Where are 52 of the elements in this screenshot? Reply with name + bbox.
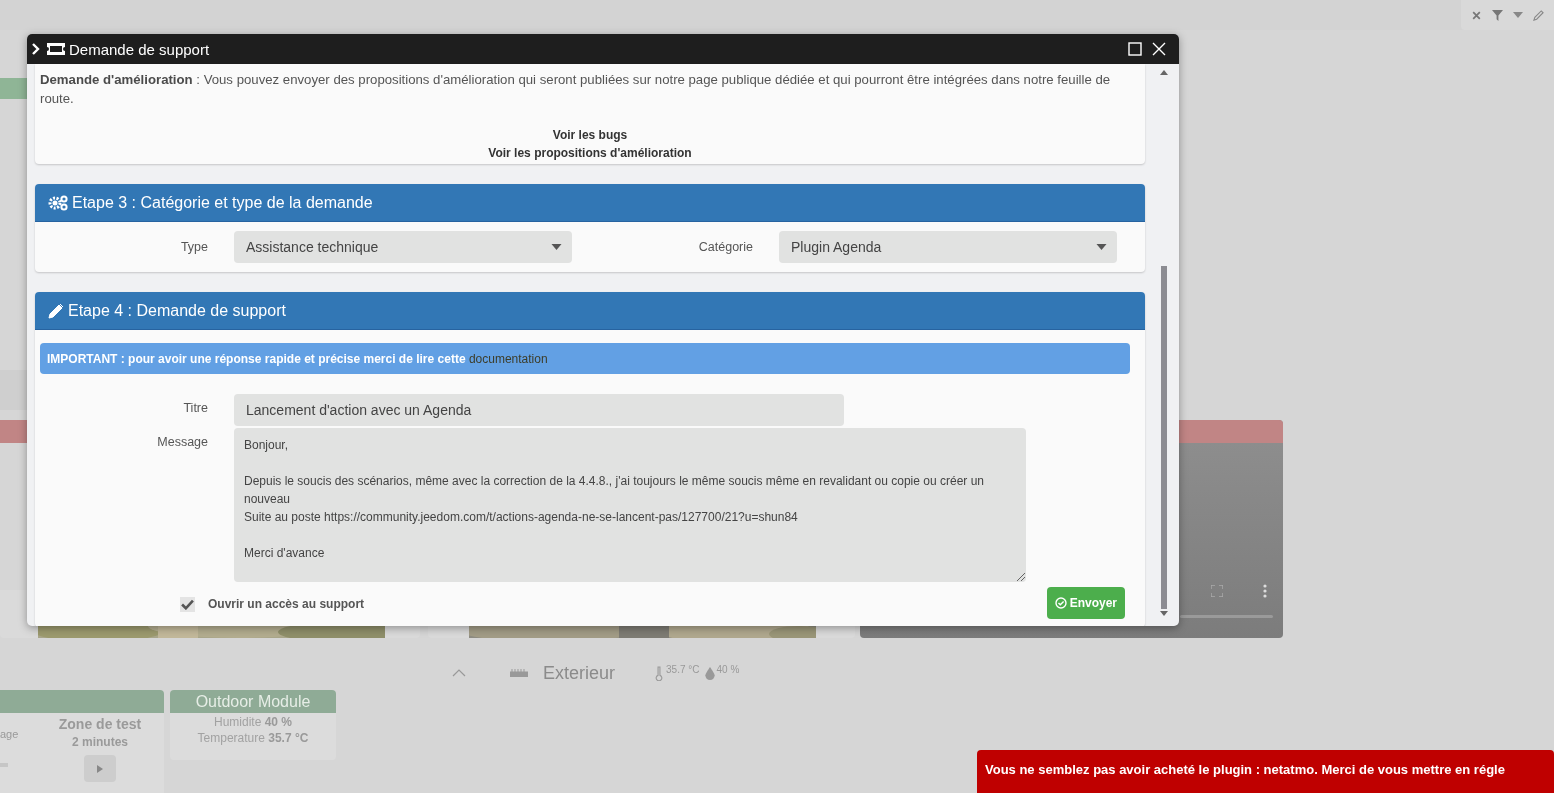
caret-icon <box>551 244 562 250</box>
more-icon[interactable] <box>1263 584 1267 598</box>
humidity-reading: 40 % <box>716 664 740 675</box>
caret-icon <box>1096 244 1107 250</box>
widget-header <box>0 420 27 443</box>
checkbox[interactable] <box>180 596 195 612</box>
field-label: Titre <box>182 400 209 415</box>
scroll-up-icon[interactable] <box>1160 70 1168 75</box>
select-field[interactable]: Plugin Agenda <box>779 231 1117 263</box>
temperature-reading: 35.7 °C <box>666 664 700 675</box>
ticket-icon <box>47 43 65 55</box>
notice-text: IMPORTANT : pour avoir une réponse rapide et précise merci de lire cette documentation <box>47 351 548 366</box>
widget-label: age <box>0 728 19 740</box>
play-button[interactable] <box>84 755 116 782</box>
dialog-title: Demande de support <box>69 40 210 58</box>
step-title: Etape 3 : Catégorie et type de la demande <box>72 193 373 212</box>
module-reading: Temperature 35.7 °C <box>197 731 309 745</box>
field-label: Catégorie <box>697 240 754 254</box>
thermometer-icon <box>655 665 664 681</box>
widget-subtitle: 2 minutes <box>72 735 128 749</box>
select-field[interactable]: Assistance technique <box>234 231 572 263</box>
pencil-icon[interactable] <box>1533 9 1544 21</box>
widget-title: Outdoor Module <box>170 690 336 713</box>
scroll-down-icon[interactable] <box>1160 611 1168 616</box>
field-label: Type <box>179 240 209 254</box>
gears-icon <box>48 194 68 211</box>
drop-icon <box>704 666 715 680</box>
resize-handle-icon[interactable] <box>1017 573 1025 581</box>
maximize-icon[interactable] <box>1128 42 1142 56</box>
title-field[interactable]: Lancement d'action avec un Agenda <box>234 394 844 426</box>
pencil-icon <box>48 302 64 319</box>
chevron-right-icon[interactable] <box>32 43 40 55</box>
widget-title: Zone de test <box>58 716 142 732</box>
message-field[interactable]: Bonjour, Depuis le soucis des scénarios, même avec la correction de la 4.4.8., j'ai toujours le même soucis même en revalidant ou copie ou créer un nouveau Suite au poste https://community.jeedom.com/t/actions-agenda-ne-se-lancent-pas/127700/21?u=shun84 Merci d'avance <box>234 428 1026 582</box>
module-reading: Humidite 40 % <box>213 715 292 729</box>
heater-icon <box>510 669 528 677</box>
field-label: Message <box>156 434 209 449</box>
chevron-up-icon[interactable] <box>452 669 466 677</box>
caret-icon[interactable] <box>1513 12 1523 18</box>
step-title: Etape 4 : Demande de support <box>68 301 286 320</box>
link[interactable]: Voir les bugs <box>552 126 628 144</box>
check-circle-icon <box>1054 597 1067 609</box>
play-icon <box>97 764 103 773</box>
error-toast: Vous ne semblez pas avoir acheté le plugin : netatmo. Merci de vous mettre en régle <box>977 750 1554 793</box>
documentation-link[interactable]: documentation <box>468 351 548 366</box>
filter-icon[interactable] <box>1492 9 1503 21</box>
checkbox-label: Ouvrir un accès au support <box>208 597 365 611</box>
intro-text: Demande d'amélioration : Vous pouvez envoyer des propositions d'amélioration qui seront publiées sur notre page publique dédiée et qui pourront être intégrées dans notre feuille de route. <box>40 71 1112 108</box>
section-title: Exterieur <box>543 662 616 684</box>
fullscreen-icon[interactable] <box>1211 585 1223 597</box>
link[interactable]: Voir les propositions d'amélioration <box>488 144 692 162</box>
widget-header <box>0 78 27 99</box>
